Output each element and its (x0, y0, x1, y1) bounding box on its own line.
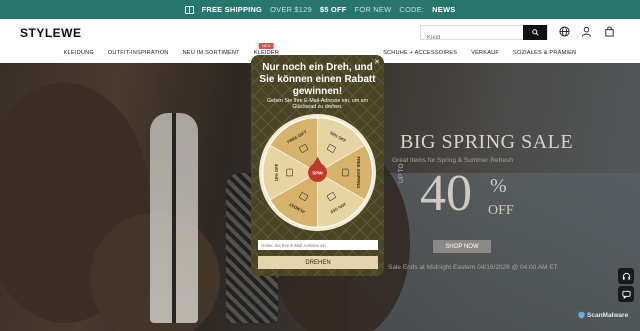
scanmalware-badge: ScanMalware (578, 311, 628, 319)
prize-wheel[interactable]: 50% OFFFREE SHIPPING10% OFFALMOST15% OFF… (258, 113, 377, 232)
modal-title: Nur noch ein Dreh, und Sie können einen … (259, 62, 376, 97)
user-icon[interactable] (581, 26, 592, 37)
promo-code-label: CODE: (399, 5, 425, 14)
nav-item-neu-im-sortiment[interactable]: NEU IM SORTIMENT (176, 50, 247, 63)
dress-stripe (172, 113, 176, 323)
sale-title: BIG SPRING SALE (400, 131, 574, 153)
chat-icon (621, 290, 631, 299)
shield-icon (578, 311, 585, 319)
support-button[interactable] (618, 268, 634, 284)
nav-new-badge: NEU (259, 43, 274, 49)
gift-icon (184, 5, 194, 14)
spin-wheel-modal: ✕ Nur noch ein Dreh, und Sie können eine… (251, 55, 384, 276)
wheel-segment-label: 15% OFF (274, 163, 279, 181)
chat-button[interactable] (618, 286, 634, 302)
model-figure (150, 113, 198, 323)
shop-now-button[interactable]: SHOP NOW (433, 240, 491, 253)
sale-subtitle: Great Items for Spring & Summer Refresh (392, 157, 514, 164)
promo-free-shipping: FREE SHIPPING (201, 5, 263, 14)
search-icon (531, 29, 539, 36)
email-field[interactable] (258, 240, 378, 250)
search-button[interactable] (523, 25, 547, 40)
logo[interactable]: STYLEWE (20, 26, 82, 40)
promo-for-new: FOR NEW (354, 5, 392, 14)
spin-center-label: SPIN (312, 170, 322, 175)
modal-subtitle: Geben Sie Ihre E-Mail-Adresse ein, um am… (267, 98, 368, 111)
sale-ends-text: Sale Ends at Midnight Eastern 04/16/2026… (388, 264, 558, 271)
bag-icon[interactable] (604, 26, 615, 37)
nav-item-kleidung[interactable]: KLEIDUNG (57, 50, 101, 63)
nav-item-outfit-inspiration[interactable]: OUTFIT-INSPIRATION (101, 50, 176, 63)
globe-icon[interactable] (559, 26, 570, 37)
search-box (420, 25, 548, 45)
nav-item-verkauf[interactable]: VERKAUF (464, 50, 506, 63)
promo-bar[interactable]: FREE SHIPPING OVER $129 $5 OFF FOR NEW C… (0, 0, 640, 19)
wheel-segment-label: FREE SHIPPING (356, 156, 361, 188)
promo-code: NEWS (432, 5, 456, 14)
sale-percent: % (490, 175, 507, 197)
promo-discount: $5 OFF (319, 5, 347, 14)
search-input[interactable] (421, 31, 521, 45)
nav-item-soziales-praemien[interactable]: SOZIALES & PRÄMIEN (506, 50, 583, 63)
nav-item-schuhe-accessoires[interactable]: SCHUHE + ACCESSOIRES (376, 50, 464, 63)
sale-up-to: UP TO (398, 163, 405, 183)
headset-icon (622, 272, 630, 280)
sale-amount: 40 (420, 165, 472, 222)
promo-over: OVER $129 (270, 5, 312, 14)
sale-off: OFF (488, 203, 514, 218)
spin-button[interactable]: DREHEN (258, 256, 378, 269)
